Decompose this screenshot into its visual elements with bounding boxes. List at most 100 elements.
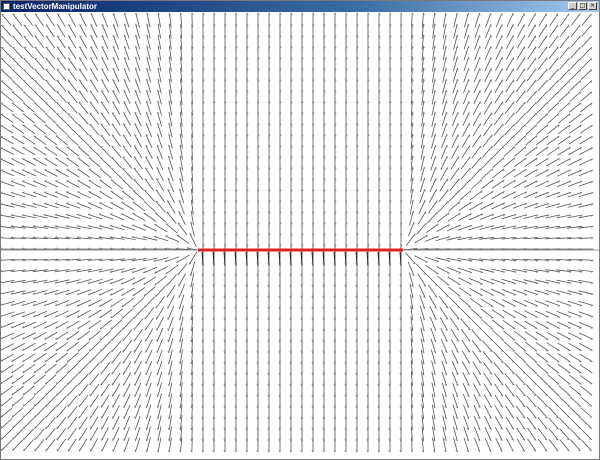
field-vector-tip (109, 236, 113, 238)
field-vector (460, 328, 471, 342)
field-vector (33, 146, 47, 156)
field-vector (55, 169, 69, 178)
window-title: testVectorManipulator (13, 2, 98, 11)
field-vector (11, 147, 25, 156)
field-vector (569, 80, 582, 91)
field-vector (22, 342, 36, 351)
app-icon[interactable] (3, 3, 10, 10)
field-vector-tip (434, 111, 437, 115)
maximize-icon[interactable]: □ (578, 2, 587, 10)
field-vector (23, 46, 34, 59)
field-vector-tip (524, 294, 527, 296)
field-vector (438, 296, 449, 309)
field-vector (78, 438, 88, 452)
field-vector (44, 146, 58, 156)
field-vector (547, 102, 560, 113)
field-vector (89, 405, 99, 419)
vector-field-canvas[interactable] (1, 12, 599, 459)
field-vector (558, 80, 570, 92)
field-vector (66, 352, 79, 363)
field-vector (469, 287, 483, 296)
field-vector (526, 384, 537, 397)
field-vector (122, 145, 133, 159)
title-bar[interactable]: testVectorManipulator _ □ × (1, 1, 599, 12)
field-vector-tip (99, 213, 102, 215)
field-vector (11, 374, 25, 385)
field-vector (1, 353, 14, 362)
field-vector (557, 135, 571, 145)
field-vector (143, 201, 156, 212)
vector-field[interactable] (1, 12, 599, 459)
field-vector (580, 58, 592, 70)
field-vector (11, 158, 25, 166)
field-vector (45, 90, 57, 103)
field-vector-tip (120, 224, 124, 226)
field-vector (493, 372, 504, 386)
field-vector (471, 145, 482, 159)
field-vector (580, 407, 593, 418)
field-vector-tip (557, 282, 561, 285)
field-vector (12, 13, 23, 26)
field-vector (578, 311, 594, 318)
field-vector (1, 80, 13, 91)
field-vector (546, 321, 560, 329)
field-vector (462, 112, 470, 126)
field-vector (515, 101, 526, 114)
field-vector (503, 134, 515, 147)
field-vector (469, 190, 483, 201)
field-vector (524, 157, 538, 167)
field-vector (503, 351, 515, 363)
field-vector (1, 24, 12, 37)
field-vector-tip (457, 101, 459, 104)
field-vector (495, 35, 503, 50)
field-vector-tip (87, 213, 91, 215)
field-vector (165, 223, 178, 234)
field-vector (67, 112, 78, 125)
field-vector (568, 124, 582, 134)
field-vector (12, 57, 24, 70)
field-vector (513, 157, 527, 168)
field-vector-tip (145, 416, 147, 420)
field-vector (461, 339, 471, 353)
field-vector-tip (156, 383, 158, 387)
field-vector (449, 307, 460, 320)
field-vector (449, 189, 460, 202)
field-vector-tip (134, 416, 136, 419)
field-vector (166, 274, 177, 287)
field-vector (34, 79, 46, 92)
field-vector (503, 146, 516, 157)
field-vector (121, 297, 135, 308)
field-vector (132, 297, 145, 308)
field-vector-tip (502, 283, 506, 285)
field-vector (470, 167, 482, 180)
field-vector-tip (178, 328, 181, 332)
field-vector (78, 79, 88, 93)
field-vector-tip (434, 89, 437, 93)
field-vector-tip (186, 246, 190, 249)
close-icon[interactable]: × (588, 2, 597, 10)
field-vector (176, 234, 190, 244)
field-vector (505, 438, 514, 452)
field-vector (99, 309, 113, 319)
field-vector-tip (491, 283, 494, 285)
field-vector (439, 306, 449, 320)
field-vector-tip (535, 283, 539, 285)
field-vector (56, 427, 67, 441)
field-vector (503, 341, 516, 352)
field-vector (472, 372, 481, 386)
field-vector (100, 383, 110, 397)
field-vector (111, 134, 122, 148)
field-vector (569, 91, 582, 102)
field-vector (66, 310, 80, 318)
field-vector-tip (524, 271, 528, 274)
field-vector (538, 35, 548, 49)
field-vector (123, 101, 131, 115)
field-vector (34, 68, 45, 81)
field-vector (570, 439, 581, 452)
field-vector-tip (54, 202, 58, 204)
field-vector (89, 123, 100, 136)
field-vector (536, 124, 549, 135)
field-vector (22, 396, 35, 407)
field-vector-tip (156, 449, 159, 453)
minimize-icon[interactable]: _ (568, 2, 577, 10)
